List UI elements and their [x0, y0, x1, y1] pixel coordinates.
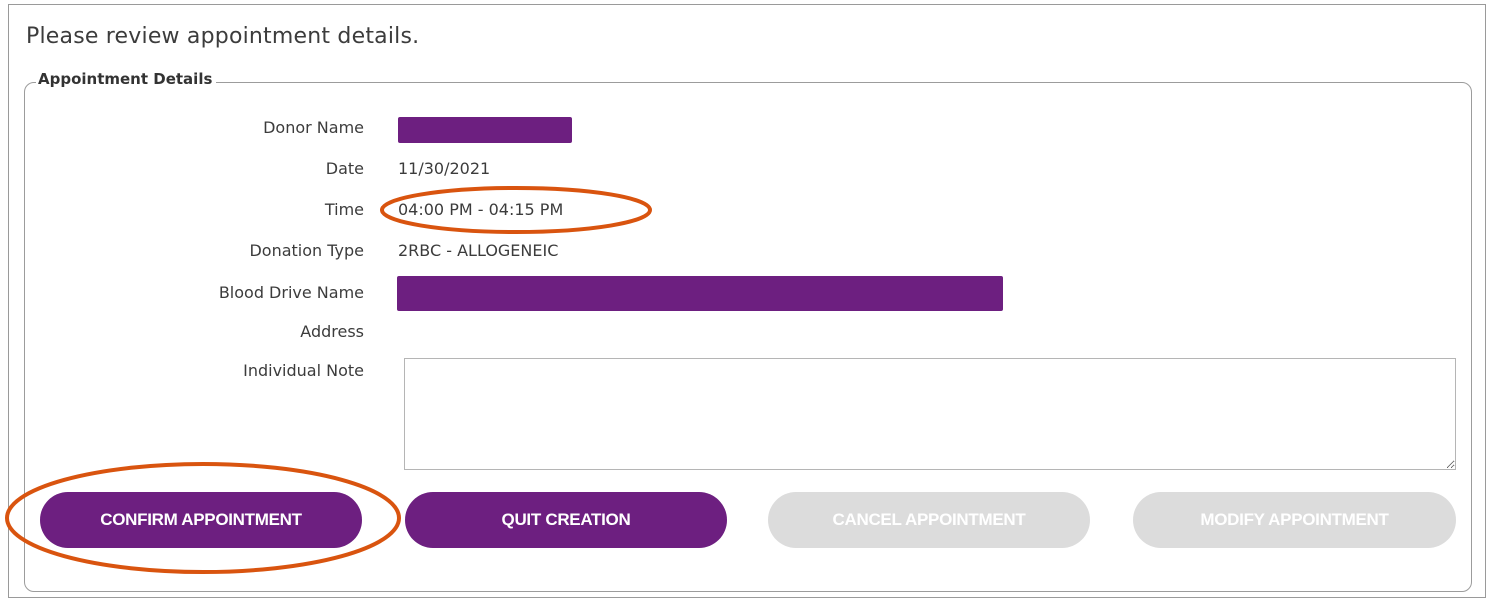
address-label: Address	[300, 322, 364, 341]
modify-appointment-button[interactable]: MODIFY APPOINTMENT	[1133, 492, 1456, 548]
donation-type-row: Donation Type 2RBC - ALLOGENEIC	[0, 239, 1494, 263]
date-value: 11/30/2021	[398, 159, 491, 178]
blood-drive-name-row: Blood Drive Name	[0, 276, 1494, 311]
donor-name-redaction	[398, 117, 572, 143]
confirm-appointment-button[interactable]: CONFIRM APPOINTMENT	[40, 492, 362, 548]
date-row: Date 11/30/2021	[0, 157, 1494, 181]
donor-name-row: Donor Name	[0, 116, 1494, 143]
address-row: Address	[0, 320, 1494, 344]
cancel-appointment-button[interactable]: CANCEL APPOINTMENT	[768, 492, 1090, 548]
individual-note-textarea[interactable]	[404, 358, 1456, 470]
donation-type-label: Donation Type	[249, 241, 364, 260]
blood-drive-name-label: Blood Drive Name	[218, 283, 364, 302]
blood-drive-name-redaction	[397, 276, 1003, 311]
donation-type-value: 2RBC - ALLOGENEIC	[398, 241, 559, 260]
date-label: Date	[325, 159, 364, 178]
time-label: Time	[324, 200, 364, 219]
individual-note-label: Individual Note	[243, 361, 364, 380]
appointment-details-legend: Appointment Details	[36, 70, 217, 88]
donor-name-label: Donor Name	[263, 118, 364, 137]
quit-creation-button[interactable]: QUIT CREATION	[405, 492, 727, 548]
page-prompt: Please review appointment details.	[26, 24, 420, 49]
time-value: 04:00 PM - 04:15 PM	[398, 200, 564, 219]
time-row: Time 04:00 PM - 04:15 PM	[0, 198, 1494, 222]
